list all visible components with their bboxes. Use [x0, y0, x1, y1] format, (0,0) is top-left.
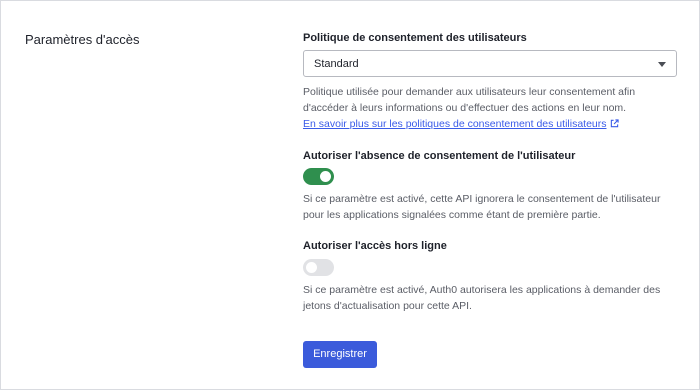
skip-consent-help: Si ce paramètre est activé, cette API ig…	[303, 191, 679, 223]
offline-access-label: Autoriser l'accès hors ligne	[303, 240, 447, 252]
offline-access-help-line: Si ce paramètre est activé, Auth0 autori…	[303, 284, 661, 296]
learn-more-link-text: En savoir plus sur les politiques de con…	[303, 118, 607, 130]
consent-policy-learn-more-link[interactable]: En savoir plus sur les politiques de con…	[303, 116, 619, 133]
external-link-icon	[610, 117, 619, 133]
toggle-knob	[320, 171, 331, 182]
consent-policy-select[interactable]: Standard	[303, 50, 677, 77]
offline-access-help: Si ce paramètre est activé, Auth0 autori…	[303, 282, 679, 314]
consent-policy-selected-value: Standard	[314, 58, 359, 70]
access-settings-panel: Paramètres d'accès Politique de consente…	[0, 0, 700, 390]
caret-down-icon	[658, 62, 666, 67]
offline-access-help-line: jetons d'actualisation pour cette API.	[303, 300, 472, 312]
skip-consent-help-line: Si ce paramètre est activé, cette API ig…	[303, 193, 661, 205]
skip-consent-toggle[interactable]	[303, 168, 334, 185]
skip-consent-label: Autoriser l'absence de consentement de l…	[303, 150, 576, 162]
consent-policy-help: Politique utilisée pour demander aux uti…	[303, 84, 679, 116]
consent-policy-help-line: d'accéder à leurs informations ou d'effe…	[303, 102, 627, 114]
toggle-knob	[306, 262, 317, 273]
skip-consent-help-line: pour les applications signalées comme ét…	[303, 209, 601, 221]
section-title: Paramètres d'accès	[25, 32, 140, 47]
consent-policy-label: Politique de consentement des utilisateu…	[303, 32, 527, 44]
offline-access-toggle[interactable]	[303, 259, 334, 276]
save-button[interactable]: Enregistrer	[303, 341, 377, 368]
consent-policy-help-line: Politique utilisée pour demander aux uti…	[303, 86, 636, 98]
